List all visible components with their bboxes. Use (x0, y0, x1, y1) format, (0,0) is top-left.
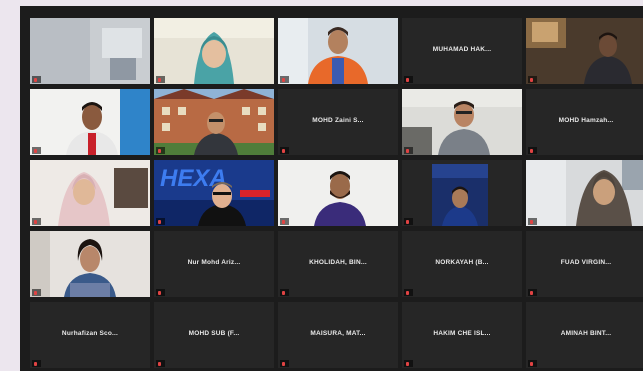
muted-mic-icon (530, 290, 533, 295)
muted-mic-icon (34, 290, 37, 295)
participant-tile[interactable] (402, 89, 522, 155)
muted-mic-icon (34, 361, 37, 366)
muted-mic-icon (158, 148, 161, 153)
muted-mic-icon (282, 361, 285, 366)
participant-tile[interactable] (30, 18, 150, 84)
participant-display-name: MAISURA, MAT... (310, 330, 366, 337)
participant-name-label (528, 218, 537, 225)
muted-mic-icon (406, 77, 409, 82)
participant-tile[interactable] (278, 18, 398, 84)
participant-tile[interactable]: MUHAMAD HAK... (402, 18, 522, 84)
participant-display-name: AMINAH BINT... (560, 330, 612, 337)
muted-mic-icon (34, 77, 37, 82)
participant-tile[interactable] (30, 160, 150, 226)
participant-tile[interactable] (402, 160, 522, 226)
participant-name-label (528, 147, 537, 154)
muted-mic-icon (282, 77, 285, 82)
muted-mic-icon (406, 148, 409, 153)
muted-mic-icon (34, 219, 37, 224)
participant-name-label (280, 289, 289, 296)
participant-tile[interactable]: Nurhafizan Sco... (30, 302, 150, 368)
participant-tile[interactable] (30, 89, 150, 155)
participant-name-label (32, 360, 41, 367)
muted-mic-icon (530, 77, 533, 82)
participant-name-label (32, 289, 41, 296)
meeting-window: MUHAMAD HAK... MOHD Zaini S... MOHD Hamzah… (20, 6, 643, 371)
participant-tile[interactable] (154, 89, 274, 155)
participant-gallery: MUHAMAD HAK... MOHD Zaini S... MOHD Hamzah… (30, 18, 643, 368)
participant-name-label (280, 218, 289, 225)
participant-display-name: MOHD SUB (F... (188, 330, 240, 337)
participant-tile[interactable] (154, 18, 274, 84)
participant-tile[interactable]: Nur Mohd Ariz... (154, 231, 274, 297)
participant-display-name: Nurhafizan Sco... (61, 330, 119, 337)
participant-name-label (280, 147, 289, 154)
participant-tile[interactable]: MOHD Hamzah... (526, 89, 643, 155)
muted-mic-icon (530, 219, 533, 224)
participant-name-label (280, 76, 289, 83)
participant-display-name: Nur Mohd Ariz... (187, 259, 241, 266)
participant-name-label (404, 76, 413, 83)
participant-tile[interactable]: MAISURA, MAT... (278, 302, 398, 368)
participant-name-label (528, 289, 537, 296)
participant-name-label (32, 76, 41, 83)
participant-name-label (156, 218, 165, 225)
participant-display-name: KHOLIDAH, BIN... (309, 259, 367, 266)
participant-name-label (32, 218, 41, 225)
participant-name-label (404, 289, 413, 296)
participant-name-label (32, 147, 41, 154)
participant-tile[interactable] (278, 160, 398, 226)
muted-mic-icon (158, 219, 161, 224)
participant-name-label (404, 218, 413, 225)
muted-mic-icon (34, 148, 37, 153)
muted-mic-icon (158, 361, 161, 366)
participant-tile[interactable]: MOHD Zaini S... (278, 89, 398, 155)
muted-mic-icon (530, 361, 533, 366)
participant-display-name: FUAD VIRGIN... (560, 259, 612, 266)
participant-tile[interactable]: FUAD VIRGIN... (526, 231, 643, 297)
participant-name-label (156, 76, 165, 83)
participant-name-label (404, 360, 413, 367)
participant-display-name: MOHD Hamzah... (558, 117, 614, 124)
participant-display-name: MOHD Zaini S... (312, 117, 364, 124)
participant-tile[interactable]: KHOLIDAH, BIN... (278, 231, 398, 297)
muted-mic-icon (282, 290, 285, 295)
participant-name-label (528, 360, 537, 367)
participant-tile[interactable] (526, 18, 643, 84)
participant-tile[interactable]: AMINAH BINT... (526, 302, 643, 368)
muted-mic-icon (282, 148, 285, 153)
participant-name-label (404, 147, 413, 154)
muted-mic-icon (406, 361, 409, 366)
participant-tile[interactable]: HEXA (154, 160, 274, 226)
muted-mic-icon (158, 77, 161, 82)
participant-display-name: HAKIM CHE ISL... (433, 330, 491, 337)
participant-name-label (280, 360, 289, 367)
muted-mic-icon (282, 219, 285, 224)
participant-name-label (156, 289, 165, 296)
muted-mic-icon (530, 148, 533, 153)
participant-tile[interactable]: MOHD SUB (F... (154, 302, 274, 368)
participant-display-name: MUHAMAD HAK... (432, 46, 492, 53)
muted-mic-icon (158, 290, 161, 295)
muted-mic-icon (406, 290, 409, 295)
participant-display-name: NORKAYAH (B... (435, 259, 489, 266)
participant-name-label (156, 360, 165, 367)
participant-name-label (156, 147, 165, 154)
participant-tile[interactable] (526, 160, 643, 226)
participant-tile[interactable]: NORKAYAH (B... (402, 231, 522, 297)
participant-tile[interactable]: HAKIM CHE ISL... (402, 302, 522, 368)
participant-name-label (528, 76, 537, 83)
participant-tile[interactable] (30, 231, 150, 297)
muted-mic-icon (406, 219, 409, 224)
